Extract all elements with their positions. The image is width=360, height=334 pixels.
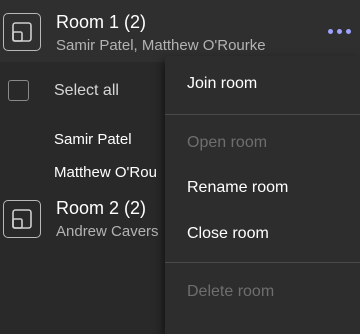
- menu-divider: [165, 262, 360, 263]
- breakout-room-icon: [3, 13, 41, 51]
- more-options-icon[interactable]: [326, 26, 354, 38]
- menu-item-open-room: Open room: [187, 134, 268, 151]
- breakout-room-icon: [3, 200, 41, 238]
- participant-item[interactable]: Samir Patel: [54, 131, 132, 148]
- breakout-rooms-panel: Room 1 (2) Samir Patel, Matthew O'Rourke…: [0, 0, 360, 334]
- room-1-members: Samir Patel, Matthew O'Rourke: [56, 37, 266, 54]
- room-2-title: Room 2 (2): [56, 198, 147, 218]
- menu-item-join-room[interactable]: Join room: [187, 75, 257, 93]
- room-1-title: Room 1 (2): [56, 12, 147, 32]
- menu-item-delete-room: Delete room: [187, 283, 275, 300]
- room-context-menu: Join room Open room Rename room Close ro…: [165, 56, 360, 334]
- select-all-label: Select all: [54, 82, 119, 99]
- room-2-members: Andrew Cavers: [56, 223, 159, 240]
- room-1-header[interactable]: Room 1 (2) Samir Patel, Matthew O'Rourke: [0, 0, 360, 62]
- menu-item-rename-room[interactable]: Rename room: [187, 179, 288, 197]
- select-all-checkbox[interactable]: [8, 80, 29, 101]
- menu-item-close-room[interactable]: Close room: [187, 225, 269, 243]
- participant-item[interactable]: Matthew O'Rou: [54, 164, 157, 181]
- menu-divider: [165, 114, 360, 115]
